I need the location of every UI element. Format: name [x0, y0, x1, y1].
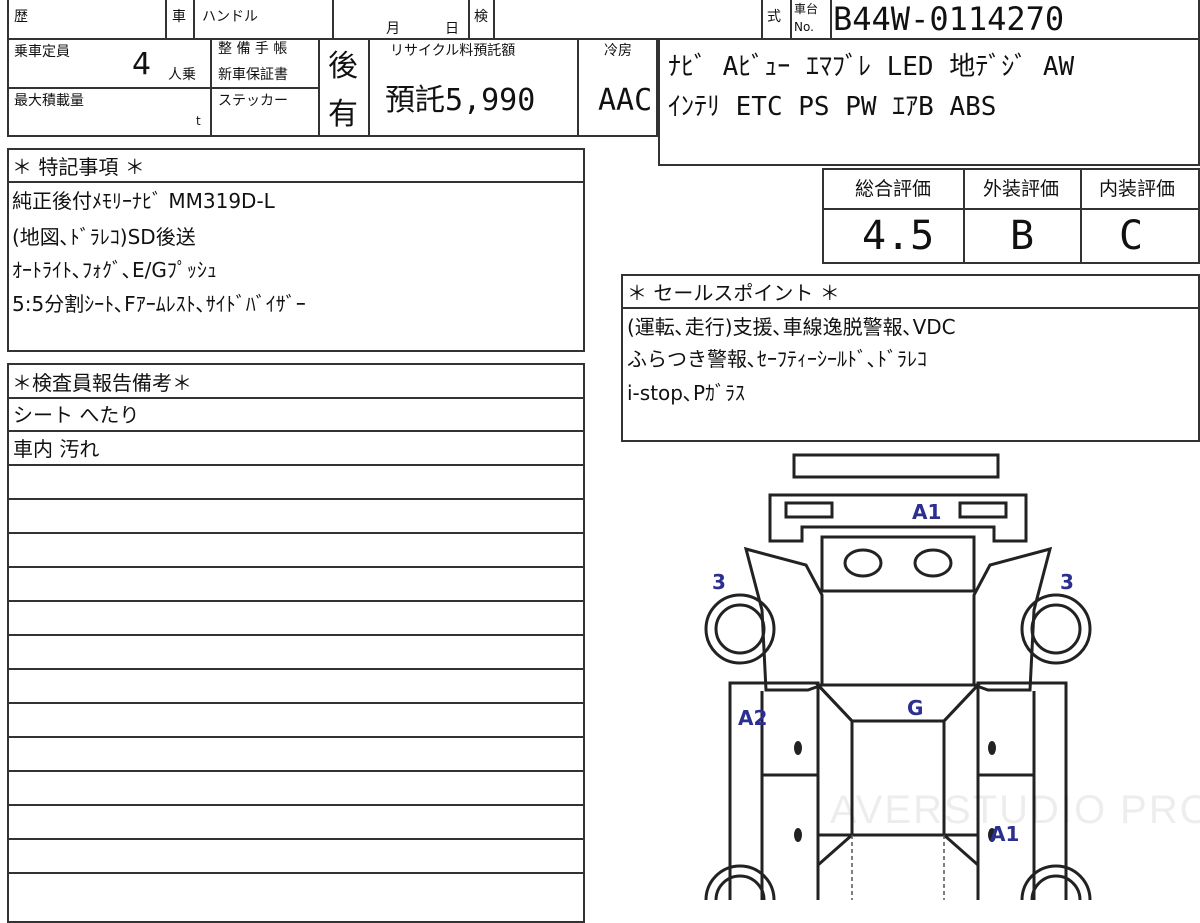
maintenance-value: 後 [328, 49, 358, 84]
inspector-note-row [7, 467, 585, 500]
inspector-note-row [7, 841, 585, 874]
inspector-note-row [7, 569, 585, 602]
overall-grade-label: 総合評価 [855, 178, 932, 200]
chassis-number: B44W-0114270 [833, 0, 1065, 38]
inspector-note-row [7, 739, 585, 772]
damage-mark-front-bumper: A1 [912, 500, 942, 524]
recycle-label: リサイクル料預託額 [390, 43, 516, 59]
inspector-note-row [7, 773, 585, 806]
inspector-note-row: シート へたり [7, 399, 585, 432]
overall-grade-value: 4.5 [862, 213, 935, 259]
recycle-value: 預託5,990 [385, 83, 536, 118]
special-note-line: ｵｰﾄﾗｲﾄ､ﾌｫｸﾞ､E/Gﾌﾟｯｼｭ [12, 258, 217, 282]
sticker-label: ステッカー [218, 93, 288, 109]
inspector-note-row: 車内 汚れ [7, 433, 585, 466]
max-load-unit: t [196, 114, 201, 128]
model-label: 式 [767, 9, 781, 25]
watermark: AVERSTUDIO PRO [830, 788, 1200, 832]
exterior-grade-value: B [1010, 213, 1035, 259]
exterior-grade-label: 外装評価 [983, 178, 1060, 200]
damage-mark-left-front-fender: 3 [712, 570, 726, 594]
aircon-label: 冷房 [604, 43, 632, 59]
damage-mark-right-front-fender: 3 [1060, 570, 1074, 594]
special-note-line: (地図､ﾄﾞﾗﾚｺ)SD後送 [12, 225, 196, 249]
max-load-label: 最大積載量 [14, 93, 84, 109]
car-label: 車 [172, 9, 186, 25]
special-note-line: 純正後付ﾒﾓﾘｰﾅﾋﾞ MM319D-L [12, 189, 275, 213]
month-label: 月 [386, 21, 400, 37]
special-note-line: 5:5分割ｼｰﾄ､Fｱｰﾑﾚｽﾄ､ｻｲﾄﾞﾊﾞｲｻﾞｰ [12, 292, 306, 316]
inspector-notes-rows: シート へたり 車内 汚れ [7, 397, 585, 900]
inspection-label: 検 [474, 9, 488, 25]
equipment-line-1: ﾅﾋﾞ Aﾋﾞｭｰ ｴﾏﾌﾞﾚ LED 地ﾃﾞｼﾞ AW [668, 52, 1075, 82]
special-notes-title: ＊ 特記事項 ＊ [12, 155, 145, 179]
inspector-note-row [7, 671, 585, 704]
chassis-no-label-top: 車台 [794, 2, 819, 16]
interior-grade-value: C [1119, 213, 1144, 259]
sticker-value: 有 [328, 97, 358, 132]
inspector-note-row [7, 501, 585, 534]
capacity-unit: 人乗 [168, 67, 196, 83]
handle-label: ハンドル [202, 9, 258, 25]
damage-mark-roof: G [907, 696, 924, 720]
inspector-note-row [7, 603, 585, 636]
chassis-no-label-bottom: No. [794, 20, 814, 34]
sales-point-line: (運転､走行)支援､車線逸脱警報､VDC [627, 315, 956, 339]
inspector-note-row [7, 637, 585, 670]
equipment-line-2: ｲﾝﾃﾘ ETC PS PW ｴｱB ABS [668, 92, 997, 122]
inspector-note-row [7, 705, 585, 738]
damage-mark-left-front-door: A2 [738, 706, 768, 730]
day-label: 日 [445, 21, 459, 37]
maintenance-label-1: 整 備 手 帳 [218, 41, 288, 57]
inspector-notes-title: ＊検査員報告備考＊ [12, 371, 192, 395]
capacity-label: 乗車定員 [14, 44, 70, 60]
inspector-note-row [7, 807, 585, 840]
history-label: 歴 [14, 9, 28, 25]
sales-point-line: i-stop､Pｶﾞﾗｽ [627, 381, 746, 405]
maintenance-label-2: 新車保証書 [218, 67, 288, 83]
sales-points-title: ＊ セールスポイント ＊ [627, 281, 840, 305]
inspector-note-row [7, 535, 585, 568]
capacity-value: 4 [132, 47, 152, 82]
aircon-value: AAC [598, 83, 653, 118]
interior-grade-label: 内装評価 [1099, 178, 1176, 200]
sales-point-line: ふらつき警報､ｾｰﾌﾃｨｰｼｰﾙﾄﾞ､ﾄﾞﾗﾚｺ [627, 347, 927, 371]
